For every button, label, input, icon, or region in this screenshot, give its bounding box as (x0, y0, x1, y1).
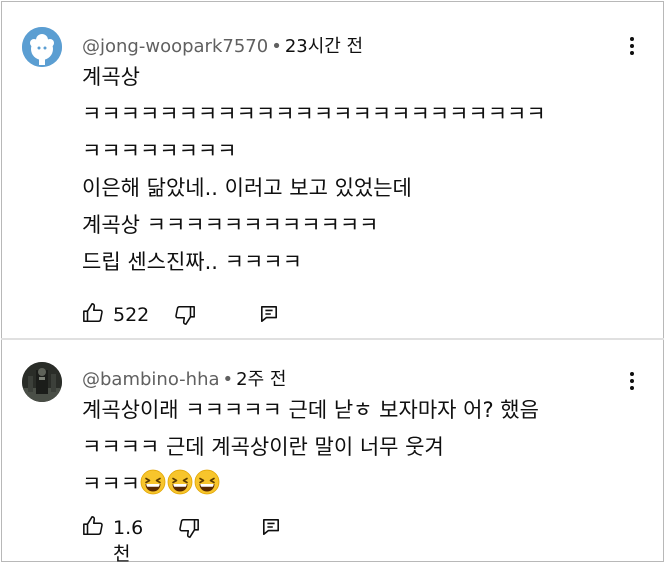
comment-text-line: 이은해 닮았네.. 이러고 보고 있었는데 (82, 176, 412, 200)
author-name[interactable]: @bambino-hha (82, 369, 220, 390)
comment-text-line: ㅋㅋㅋㅋㅋㅋㅋㅋ (82, 139, 237, 163)
comment-text-line: 계곡상 ㅋㅋㅋㅋㅋㅋㅋㅋㅋㅋㅋㅋ (82, 213, 379, 237)
comment-time[interactable]: 23시간 전 (285, 36, 363, 57)
grinning-squinting-face-emoji (167, 469, 193, 495)
comment-text-line: ㅋㅋㅋㅋ 근데 계곡상이란 말이 너무 웃겨 (82, 435, 444, 459)
separator-dot: • (271, 36, 282, 57)
comment-text-line: 계곡상이래 ㅋㅋㅋㅋㅋ 근데 낟ㅎ 보자마자 어? 했음 (82, 398, 539, 422)
reply-icon[interactable] (260, 305, 278, 323)
comment-thread: @jong-woopark7570 • 23시간 전 계곡상 ㅋㅋㅋㅋㅋㅋㅋㅋㅋㅋㅋ… (0, 0, 667, 338)
thumbs-up-icon[interactable] (82, 515, 104, 537)
like-count: 1.6천 (113, 517, 144, 565)
comment-thread: @bambino-hha • 2주 전 계곡상이래 ㅋㅋㅋㅋㅋ 근데 낟ㅎ 보자마자… (0, 338, 667, 565)
grinning-squinting-face-emoji (194, 469, 220, 495)
comment-text-line: 드립 센스진짜.. ㅋㅋㅋㅋ (82, 250, 302, 274)
thumbs-up-icon[interactable] (82, 302, 104, 324)
comment-text-line: 계곡상 (82, 65, 140, 89)
like-count: 522 (113, 304, 150, 326)
separator-dot: • (222, 369, 234, 390)
avatar[interactable] (22, 27, 62, 67)
avatar[interactable] (22, 362, 62, 402)
grinning-squinting-face-emoji (140, 469, 166, 495)
comment-header: @jong-woopark7570 • 23시간 전 (82, 32, 363, 58)
emoji-group (140, 469, 221, 496)
author-name[interactable]: @jong-woopark7570 (82, 36, 268, 57)
avatar-image (22, 362, 62, 402)
comment-text-line: ㅋㅋㅋㅋㅋㅋㅋㅋㅋㅋㅋㅋㅋㅋㅋㅋㅋㅋㅋㅋㅋㅋㅋㅋ (82, 102, 546, 126)
more-vert-icon[interactable] (628, 37, 636, 59)
comment-time[interactable]: 2주 전 (236, 369, 286, 390)
avatar-image (22, 27, 62, 67)
thumbs-down-icon[interactable] (178, 517, 200, 539)
comment-text-line: ㅋㅋㅋ (82, 469, 221, 499)
reply-icon[interactable] (262, 518, 280, 536)
comment-header: @bambino-hha • 2주 전 (82, 365, 286, 391)
more-vert-icon[interactable] (628, 372, 636, 394)
thumbs-down-icon[interactable] (174, 304, 196, 326)
comment-text: ㅋㅋㅋ (82, 472, 140, 496)
